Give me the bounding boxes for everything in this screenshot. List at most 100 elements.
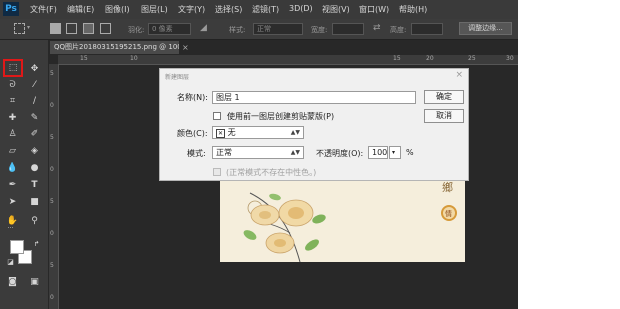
height-input[interactable] xyxy=(411,23,443,35)
layer-name-input[interactable]: 图层 1 xyxy=(212,91,416,104)
ruler-tick-label: 30 xyxy=(506,55,514,62)
add-selection-icon[interactable] xyxy=(66,23,77,34)
cancel-button[interactable]: 取消 xyxy=(424,109,464,123)
vertical-ruler: 5 0 5 0 5 0 5 0 xyxy=(49,64,59,309)
width-input[interactable] xyxy=(332,23,364,35)
feather-label: 羽化: xyxy=(128,26,145,34)
name-label: 名称(N): xyxy=(177,93,208,102)
more-tools-icon[interactable]: ··· xyxy=(4,226,17,232)
menu-select[interactable]: 选择(S) xyxy=(215,4,242,15)
shape-icon[interactable]: ■ xyxy=(28,196,41,209)
magic-wand-icon[interactable]: ⁄ xyxy=(28,79,41,92)
opacity-label: 不透明度(O): xyxy=(316,149,364,158)
photoshop-window: Ps 文件(F) 编辑(E) 图像(I) 图层(L) 文字(Y) 选择(S) 滤… xyxy=(0,0,518,309)
chevron-down-icon[interactable]: ▾ xyxy=(27,24,30,31)
new-layer-dialog: 新建图层 × 名称(N): 图层 1 使用前一图层创建剪贴蒙版(P) 颜色(C)… xyxy=(159,68,469,181)
history-brush-icon[interactable]: ✐ xyxy=(28,128,41,141)
dodge-icon[interactable]: ● xyxy=(28,162,41,175)
menu-filter[interactable]: 滤镜(T) xyxy=(252,4,279,15)
swap-colors-icon[interactable]: ↱ xyxy=(30,238,43,251)
neutral-fill-label: (正常模式不存在中性色。) xyxy=(226,168,317,177)
close-icon[interactable]: × xyxy=(455,70,463,80)
ruler-tick-label: 5 xyxy=(50,134,54,141)
mode-label: 模式: xyxy=(187,149,206,158)
healing-icon[interactable]: ✚ xyxy=(6,112,19,125)
options-bar: ▾ 羽化: 0 像素 ◢ 样式: 正常 宽度: ⇄ 高度: 调整边缘... xyxy=(0,19,518,40)
blur-icon[interactable]: 💧 xyxy=(6,162,19,175)
width-label: 宽度: xyxy=(311,26,328,34)
svg-text:情: 情 xyxy=(445,209,452,218)
ruler-tick-label: 15 xyxy=(80,55,88,62)
menu-bar: Ps 文件(F) 编辑(E) 图像(I) 图层(L) 文字(Y) 选择(S) 滤… xyxy=(0,0,518,19)
color-select[interactable]: ✕ 无 ▲▼ xyxy=(212,126,304,139)
color-value: 无 xyxy=(227,128,236,137)
mode-select[interactable]: 正常 ▲▼ xyxy=(212,146,304,159)
refine-edge-button[interactable]: 调整边缘... xyxy=(459,22,512,35)
ruler-tick-label: 5 xyxy=(50,262,54,269)
menu-edit[interactable]: 编辑(E) xyxy=(67,4,94,15)
opacity-input[interactable]: 100 xyxy=(368,146,388,159)
move-icon[interactable]: ✥ xyxy=(28,63,41,76)
menu-view[interactable]: 视图(V) xyxy=(322,4,350,15)
close-icon[interactable]: × xyxy=(182,41,189,54)
height-label: 高度: xyxy=(390,26,407,34)
ruler-tick-label: 5 xyxy=(50,198,54,205)
svg-text:鄉: 鄉 xyxy=(442,181,453,194)
ruler-tick-label: 10 xyxy=(130,55,138,62)
color-label: 颜色(C): xyxy=(177,129,208,138)
ruler-tick-label: 0 xyxy=(50,166,54,173)
style-label: 样式: xyxy=(229,26,246,34)
ruler-tick-label: 20 xyxy=(426,55,434,62)
intersect-selection-icon[interactable] xyxy=(100,23,111,34)
antialias-icon[interactable]: ◢ xyxy=(200,23,207,33)
stamp-icon[interactable]: ♙ xyxy=(6,128,19,141)
ruler-tick-label: 15 xyxy=(393,55,401,62)
quick-mask-icon[interactable]: ◙ xyxy=(6,276,19,289)
subtract-selection-icon[interactable] xyxy=(83,23,94,34)
clip-mask-label: 使用前一图层创建剪贴蒙版(P) xyxy=(227,112,335,121)
ruler-tick-label: 0 xyxy=(50,102,54,109)
new-selection-icon[interactable] xyxy=(50,23,61,34)
clip-mask-checkbox[interactable] xyxy=(213,112,221,120)
brush-icon[interactable]: ✎ xyxy=(28,112,41,125)
ok-button[interactable]: 确定 xyxy=(424,90,464,104)
opacity-dropdown[interactable]: ▾ xyxy=(389,146,401,159)
menu-layer[interactable]: 图层(L) xyxy=(141,4,168,15)
horizontal-ruler: 15 10 15 20 25 30 xyxy=(58,55,518,65)
ruler-tick-label: 0 xyxy=(50,230,54,237)
screen-mode-icon[interactable]: ▣ xyxy=(28,276,41,289)
style-select[interactable]: 正常 xyxy=(253,23,303,35)
eyedropper-icon[interactable]: ∕ xyxy=(28,95,41,108)
eraser-icon[interactable]: ▱ xyxy=(6,145,19,158)
menu-3d[interactable]: 3D(D) xyxy=(289,4,313,13)
document-tab[interactable]: QQ图片20180315195215.png @ 100%(RGB/8#) xyxy=(50,41,179,54)
menu-type[interactable]: 文字(Y) xyxy=(178,4,205,15)
opacity-unit: % xyxy=(406,148,414,157)
feather-input[interactable]: 0 像素 xyxy=(148,23,191,35)
menu-window[interactable]: 窗口(W) xyxy=(359,4,389,15)
menu-help[interactable]: 帮助(H) xyxy=(399,4,427,15)
path-select-icon[interactable]: ➤ xyxy=(6,196,19,209)
ruler-tick-label: 5 xyxy=(50,70,54,77)
crop-icon[interactable]: ⌗ xyxy=(6,95,19,108)
no-color-icon: ✕ xyxy=(216,129,226,138)
foreground-color-swatch[interactable] xyxy=(10,240,24,254)
pen-icon[interactable]: ✒ xyxy=(6,179,19,192)
swap-icon[interactable]: ⇄ xyxy=(373,23,381,33)
rect-marquee-icon[interactable]: ⬚ xyxy=(3,59,23,77)
menu-image[interactable]: 图像(I) xyxy=(105,4,130,15)
zoom-icon[interactable]: ⚲ xyxy=(28,215,41,228)
bucket-icon[interactable]: ◈ xyxy=(28,145,41,158)
neutral-fill-checkbox[interactable] xyxy=(213,168,221,176)
chevron-down-icon: ▲▼ xyxy=(290,149,300,156)
menu-file[interactable]: 文件(F) xyxy=(30,4,57,15)
style-value: 正常 xyxy=(257,25,271,33)
mode-value: 正常 xyxy=(216,148,232,157)
photoshop-logo: Ps xyxy=(3,2,19,16)
type-icon[interactable]: T xyxy=(28,179,41,192)
ruler-tick-label: 0 xyxy=(50,294,54,301)
default-colors-icon[interactable]: ◪ xyxy=(4,256,17,269)
marquee-preset-icon[interactable] xyxy=(14,23,25,34)
lasso-icon[interactable]: ᘐ xyxy=(6,79,19,92)
ruler-tick-label: 25 xyxy=(468,55,476,62)
